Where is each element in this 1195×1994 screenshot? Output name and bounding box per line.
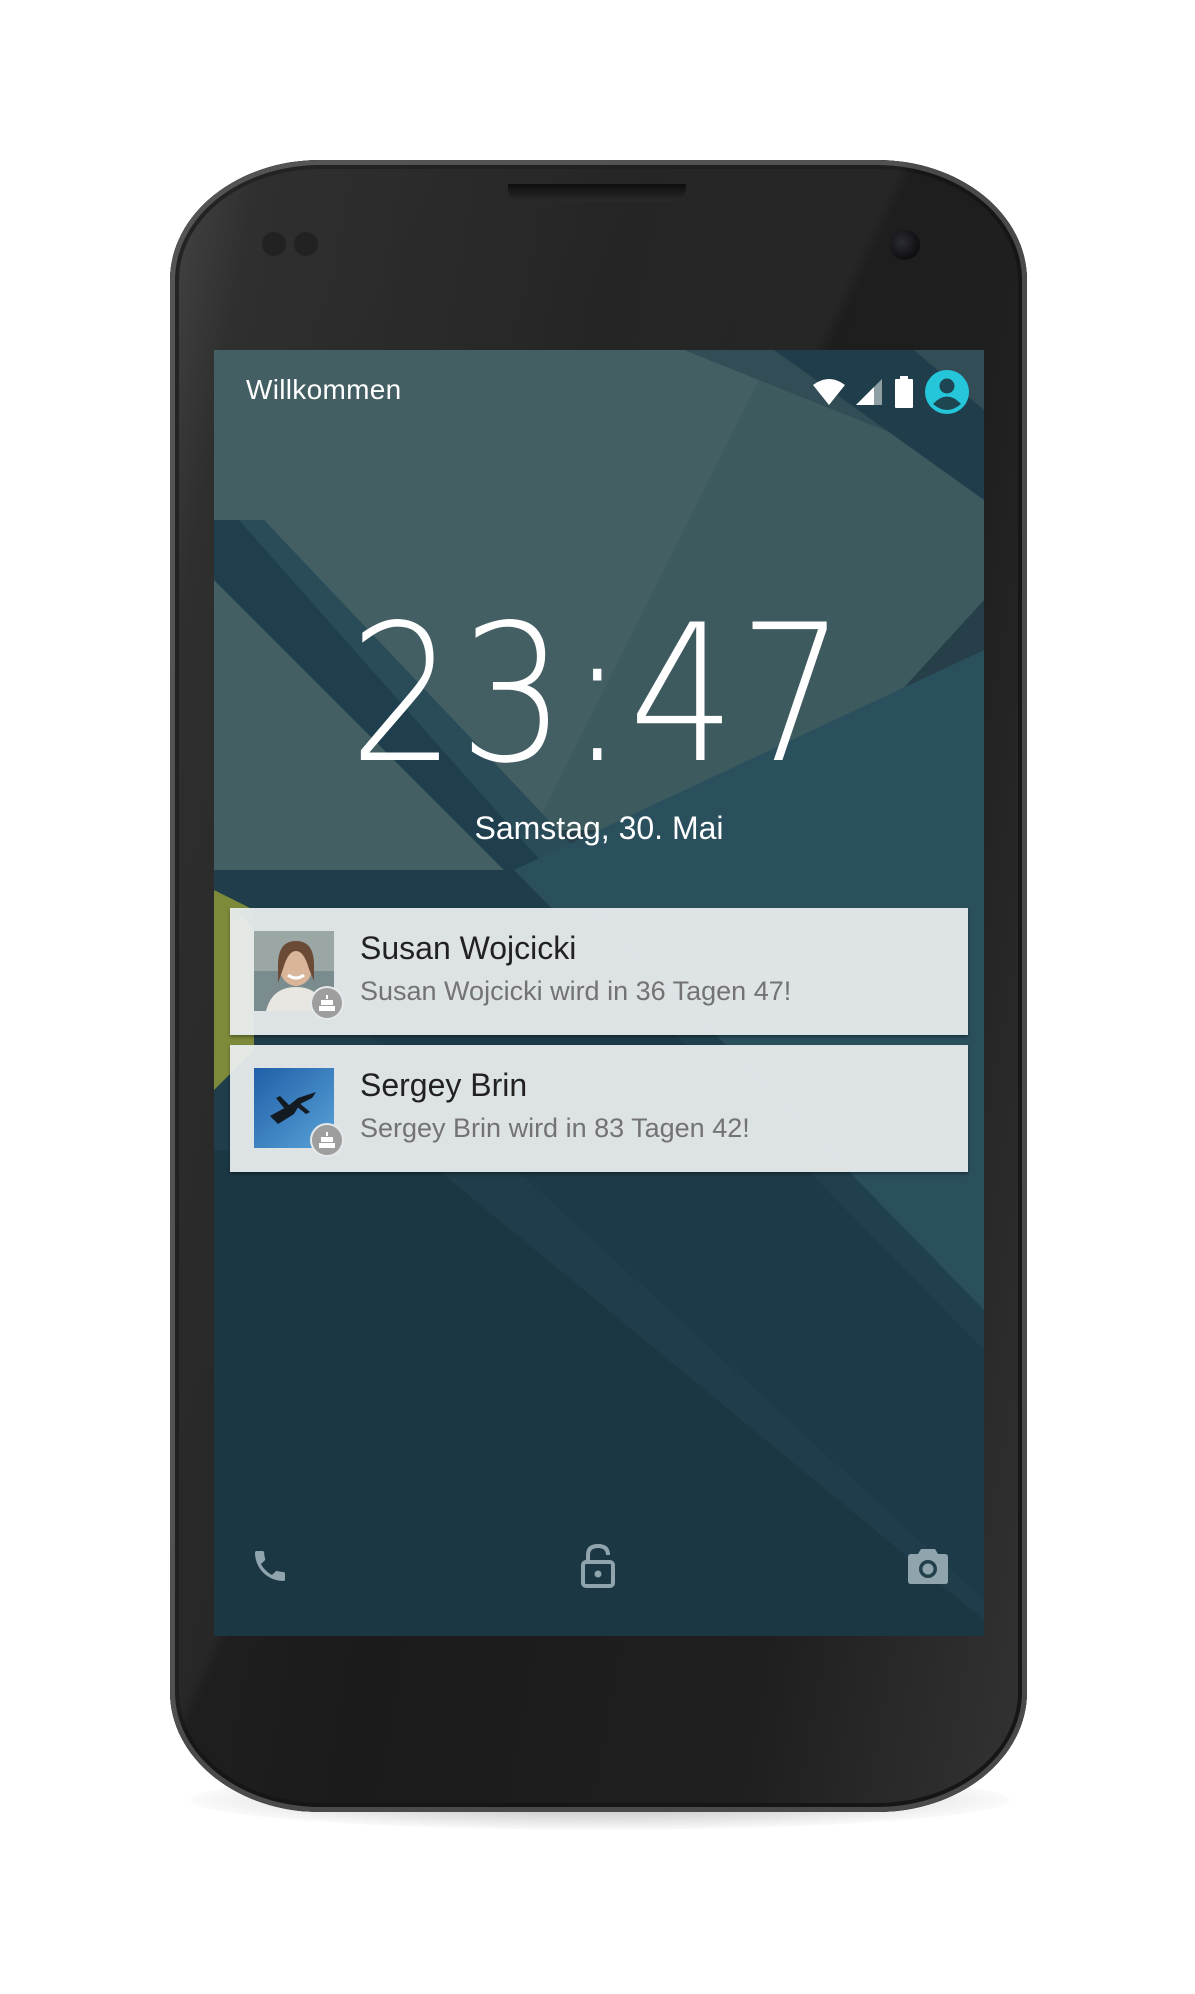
cell-signal-icon: [856, 379, 882, 405]
cake-icon: [310, 1123, 344, 1157]
notification-title: Susan Wojcicki: [360, 930, 577, 966]
lock-clock: 23:47: [349, 584, 849, 805]
battery-icon: [895, 376, 913, 408]
phone-icon[interactable]: [246, 1542, 294, 1590]
user-avatar-icon[interactable]: [924, 369, 970, 415]
wifi-icon: [813, 379, 845, 405]
earpiece: [508, 184, 686, 202]
light-sensor: [294, 232, 318, 256]
lock-screen: Willkommen 23:47 Samstag, 30. Mai Susan …: [214, 350, 984, 1636]
notification-text: Sergey Brin wird in 83 Tagen 42!: [360, 1113, 750, 1143]
status-icons: [812, 364, 970, 420]
notification-card[interactable]: Susan Wojcicki Susan Wojcicki wird in 36…: [230, 908, 968, 1035]
camera-icon[interactable]: [904, 1542, 952, 1590]
lock-date: Samstag, 30. Mai: [474, 810, 724, 846]
unlock-icon[interactable]: [574, 1542, 622, 1590]
carrier-label: Willkommen: [246, 374, 402, 405]
device-mockup: Willkommen 23:47 Samstag, 30. Mai Susan …: [0, 0, 1195, 1994]
front-camera: [890, 230, 920, 260]
cake-icon: [310, 986, 344, 1020]
notification-title: Sergey Brin: [360, 1067, 528, 1103]
proximity-sensor: [262, 232, 286, 256]
notification-text: Susan Wojcicki wird in 36 Tagen 47!: [360, 976, 792, 1006]
notification-card[interactable]: Sergey Brin Sergey Brin wird in 83 Tagen…: [230, 1045, 968, 1172]
status-bar: Willkommen: [214, 350, 984, 434]
